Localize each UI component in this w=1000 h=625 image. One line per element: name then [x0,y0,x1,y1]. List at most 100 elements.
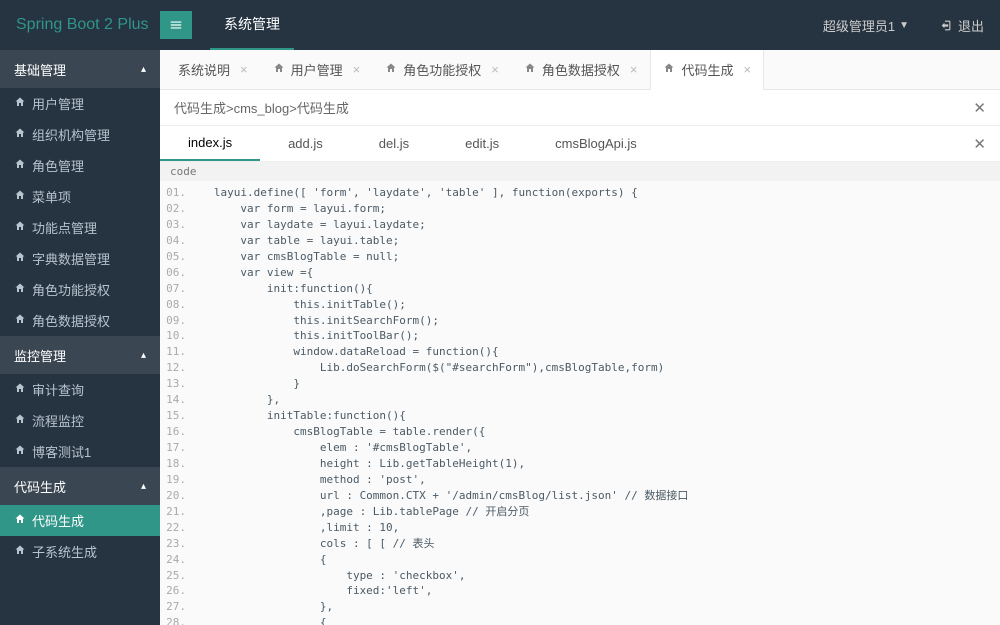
sidebar-item-org-mgmt[interactable]: 组织机构管理 [0,119,160,150]
sidebar-item-label: 子系统生成 [32,542,97,561]
sidebar-group-header[interactable]: 代码生成▴ [0,467,160,505]
content-tabs: 系统说明×用户管理×角色功能授权×角色数据授权×代码生成× [160,50,1000,90]
line-content: var cmsBlogTable = null; [194,249,399,265]
home-icon [273,62,285,77]
code-line: 07. init:function(){ [160,281,1000,297]
filetab-del[interactable]: del.js [351,126,437,161]
sidebar-item-process-monitor[interactable]: 流程监控 [0,405,160,436]
tab-close-icon[interactable]: × [491,62,499,77]
code-line: 17. elem : '#cmsBlogTable', [160,440,1000,456]
code-line: 21. ,page : Lib.tablePage // 开启分页 [160,504,1000,520]
file-tabs-close-icon[interactable]: ✕ [973,135,986,153]
line-number: 04. [160,233,194,249]
line-number: 17. [160,440,194,456]
filetab-edit[interactable]: edit.js [437,126,527,161]
current-user-menu[interactable]: 超级管理员1 ▼ [809,16,923,35]
home-icon [14,96,26,111]
tab-close-icon[interactable]: × [353,62,361,77]
code-caption: code [160,162,1000,181]
sidebar-item-role-func-auth[interactable]: 角色功能授权 [0,274,160,305]
code-line: 16. cmsBlogTable = table.render({ [160,424,1000,440]
line-content: fixed:'left', [194,583,432,599]
tab-close-icon[interactable]: × [743,62,751,77]
home-icon [14,544,26,559]
line-number: 25. [160,568,194,584]
code-line: 20. url : Common.CTX + '/admin/cmsBlog/l… [160,488,1000,504]
sidebar-item-audit[interactable]: 审计查询 [0,374,160,405]
tab-user-mgmt[interactable]: 用户管理× [261,50,374,89]
filetab-api[interactable]: cmsBlogApi.js [527,126,665,161]
sidebar-item-codegen[interactable]: 代码生成 [0,505,160,536]
hamburger-icon [169,18,183,32]
line-content: }, [194,599,333,615]
filetab-index[interactable]: index.js [160,126,260,161]
sidebar: 基础管理▴ 用户管理组织机构管理角色管理菜单项功能点管理字典数据管理角色功能授权角… [0,50,160,625]
sidebar-item-role-data-auth[interactable]: 角色数据授权 [0,305,160,336]
breadcrumb-bar: 代码生成>cms_blog>代码生成 ✕ [160,90,1000,126]
tab-label: 系统说明 [178,60,230,79]
sidebar-item-blog-test1[interactable]: 博客测试1 [0,436,160,467]
chevron-up-icon: ▴ [141,64,146,75]
line-number: 21. [160,504,194,520]
line-number: 27. [160,599,194,615]
file-tabs: index.jsadd.jsdel.jsedit.jscmsBlogApi.js… [160,126,1000,162]
code-line: 24. { [160,552,1000,568]
chevron-up-icon: ▴ [141,481,146,492]
tab-label: 代码生成 [681,60,733,79]
sidebar-toggle-button[interactable] [160,11,192,39]
sidebar-group-header[interactable]: 基础管理▴ [0,50,160,88]
line-number: 02. [160,201,194,217]
line-content: var view ={ [194,265,313,281]
sidebar-item-menu[interactable]: 菜单项 [0,181,160,212]
sidebar-item-func-mgmt[interactable]: 功能点管理 [0,212,160,243]
sidebar-item-user-mgmt[interactable]: 用户管理 [0,88,160,119]
code-line: 14. }, [160,392,1000,408]
code-line: 23. cols : [ [ // 表头 [160,536,1000,552]
logout-button[interactable]: 退出 [923,16,1000,35]
sidebar-item-label: 代码生成 [32,511,84,530]
line-number: 28. [160,615,194,625]
sidebar-item-subsystem-gen[interactable]: 子系统生成 [0,536,160,567]
code-line: 26. fixed:'left', [160,583,1000,599]
chevron-down-icon: ▼ [899,20,909,31]
filetab-add[interactable]: add.js [260,126,351,161]
line-number: 09. [160,313,194,329]
code-viewer[interactable]: 01. layui.define([ 'form', 'laydate', 't… [160,181,1000,625]
close-panel-button[interactable]: ✕ [973,99,986,117]
home-icon [14,413,26,428]
sidebar-item-label: 用户管理 [32,94,84,113]
line-content: window.dataReload = function(){ [194,344,499,360]
line-content: initTable:function(){ [194,408,406,424]
sidebar-item-label: 审计查询 [32,380,84,399]
tab-close-icon[interactable]: × [240,62,248,77]
line-content: ,page : Lib.tablePage // 开启分页 [194,504,529,520]
sidebar-item-dict-mgmt[interactable]: 字典数据管理 [0,243,160,274]
line-content: cmsBlogTable = table.render({ [194,424,485,440]
line-number: 15. [160,408,194,424]
sidebar-group-header[interactable]: 监控管理▴ [0,336,160,374]
tab-close-icon[interactable]: × [630,62,638,77]
line-number: 10. [160,328,194,344]
line-content: var table = layui.table; [194,233,399,249]
line-number: 13. [160,376,194,392]
topnav-system-mgmt[interactable]: 系统管理 [210,0,294,50]
tab-role-data-auth[interactable]: 角色数据授权 × [512,50,651,89]
line-content: init:function(){ [194,281,373,297]
code-line: 01. layui.define([ 'form', 'laydate', 't… [160,185,1000,201]
home-icon [14,220,26,235]
home-icon [14,158,26,173]
tab-label: 角色数据授权 [542,60,620,79]
line-number: 20. [160,488,194,504]
line-content: url : Common.CTX + '/admin/cmsBlog/list.… [194,488,688,504]
code-line: 10. this.initToolBar(); [160,328,1000,344]
line-content: { [194,615,326,625]
tab-role-func-auth[interactable]: 角色功能授权× [373,50,512,89]
line-content: this.initTable(); [194,297,406,313]
chevron-up-icon: ▴ [141,350,146,361]
home-icon [14,127,26,142]
line-number: 22. [160,520,194,536]
tab-codegen[interactable]: 代码生成 × [650,50,764,90]
current-user-label: 超级管理员1 [823,16,895,35]
sidebar-item-role-mgmt[interactable]: 角色管理 [0,150,160,181]
tab-system-desc[interactable]: 系统说明 × [166,50,261,89]
